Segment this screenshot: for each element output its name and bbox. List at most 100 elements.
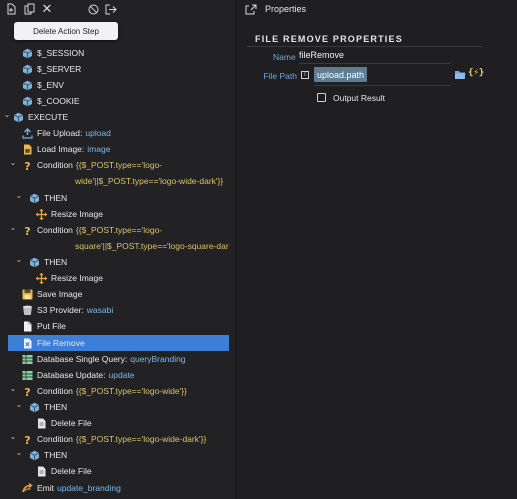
tree-row[interactable]: Delete File: [36, 415, 92, 431]
file-path-label: File Path: [263, 71, 297, 81]
tree-row[interactable]: THEN: [29, 254, 67, 270]
cube-icon: [22, 48, 33, 59]
file-icon: [22, 321, 33, 332]
tree-row[interactable]: ? Condition {{$_POST.type=='logo-wide-dark…: [22, 431, 206, 447]
output-result-checkbox[interactable]: [317, 93, 326, 102]
tree-row-value: update_branding: [57, 483, 121, 493]
tree-row[interactable]: Put File: [22, 318, 66, 334]
dynamic-data-icon[interactable]: {⚡}: [468, 68, 484, 78]
properties-panel: Properties FILE REMOVE PROPERTIES Name f…: [237, 0, 517, 499]
tree-row-value: queryBranding: [130, 354, 186, 364]
tree-row-value: update: [108, 370, 135, 380]
tree-row-label: THEN: [44, 450, 68, 460]
tree-row[interactable]: ? Condition {{$_POST.type=='logo-wide'}}: [22, 383, 187, 399]
expand-chevron-icon[interactable]: ⌄: [14, 396, 24, 412]
tree-row-condition: {{$_POST.type=='logo-wide'}}: [75, 386, 187, 396]
tree-row-label: Load Image:: [37, 144, 85, 154]
s3-icon: [22, 305, 33, 316]
expression-icon[interactable]: I: [301, 71, 309, 79]
cube-icon: [22, 64, 33, 75]
export-icon[interactable]: [237, 1, 265, 17]
question-icon: ?: [22, 225, 33, 236]
tree-row[interactable]: $_SESSION: [22, 45, 84, 61]
disable-icon[interactable]: [84, 1, 102, 17]
tree-row-condition-continued: square'||$_POST.type=='logo-square-dar: [75, 241, 229, 251]
expand-chevron-icon[interactable]: ⌄: [14, 251, 24, 267]
tree-row[interactable]: Delete File: [36, 463, 92, 479]
tree-row-value: wasabi: [86, 305, 114, 315]
tree-row-value: upload: [85, 128, 111, 138]
add-step-icon[interactable]: [2, 1, 20, 17]
tree-row[interactable]: Resize Image: [36, 206, 103, 222]
tree-row-label: Resize Image: [51, 209, 103, 219]
tree-row-label: $_COOKIE: [37, 96, 80, 106]
file-remove-icon: [22, 338, 33, 349]
copy-icon[interactable]: [20, 1, 38, 17]
resize-icon: [36, 208, 47, 220]
tree-row-label: THEN: [44, 257, 68, 267]
tree-row[interactable]: ? Condition {{$_POST.type=='logo-: [22, 222, 162, 238]
cube-icon: [13, 112, 24, 123]
tree-row-value: image: [87, 144, 111, 154]
tree-row-label: THEN: [44, 402, 68, 412]
right-toolbar: Properties: [237, 0, 517, 18]
tree-row-label: Emit: [37, 483, 54, 493]
section-divider: [247, 46, 483, 47]
question-icon: ?: [22, 434, 33, 445]
tree-row[interactable]: THEN: [29, 447, 67, 463]
tree-row[interactable]: Load Image: image: [22, 141, 110, 157]
cube-icon: [22, 96, 33, 107]
tree-row[interactable]: Save Image: [22, 286, 82, 302]
close-icon[interactable]: ✕: [38, 1, 56, 17]
tree-row-condition: {{$_POST.type=='logo-wide-dark'}}: [75, 434, 207, 444]
tree-row-label: Delete File: [51, 418, 92, 428]
tree-row[interactable]: S3 Provider: wasabi: [22, 302, 113, 318]
tree-row[interactable]: $_SERVER: [22, 61, 81, 77]
tree-row[interactable]: THEN: [29, 399, 67, 415]
image-file-icon: [22, 144, 33, 155]
question-icon: ?: [22, 386, 33, 397]
tree-row-label: $_SESSION: [37, 48, 85, 58]
question-icon: ?: [22, 160, 33, 171]
tree-row[interactable]: $_COOKIE: [22, 93, 80, 109]
folder-icon[interactable]: [454, 69, 466, 80]
tree-row[interactable]: Resize Image: [36, 270, 103, 286]
file-path-underline: [314, 85, 451, 86]
tree-row-label: File Upload:: [37, 128, 83, 138]
delete-file-icon: [36, 418, 47, 429]
svg-text:?: ?: [24, 386, 30, 397]
expand-chevron-icon[interactable]: ⌄: [2, 106, 12, 122]
output-result-label: Output Result: [333, 93, 385, 103]
expand-chevron-icon[interactable]: ⌄: [8, 154, 18, 170]
tree-row-label: Resize Image: [51, 273, 103, 283]
expand-chevron-icon[interactable]: ⌄: [8, 428, 18, 444]
tree-row-label: Condition: [37, 434, 73, 444]
delete-file-icon: [36, 466, 47, 477]
expand-chevron-icon[interactable]: ⌄: [14, 187, 24, 203]
upload-icon: [22, 127, 33, 139]
tree-row[interactable]: File Remove: [22, 335, 85, 351]
tree-row-label: $_ENV: [37, 80, 64, 90]
expand-chevron-icon[interactable]: ⌄: [8, 380, 18, 396]
tree-row[interactable]: File Upload: upload: [22, 125, 111, 141]
tree-row-label: THEN: [44, 193, 68, 203]
tree-row[interactable]: Emit update_branding: [22, 480, 121, 496]
expand-chevron-icon[interactable]: ⌄: [8, 219, 18, 235]
tooltip-delete-action-step: Delete Action Step: [14, 22, 118, 40]
tree-row[interactable]: Database Single Query: queryBranding: [22, 351, 186, 367]
tree-row-condition: {{$_POST.type=='logo-: [75, 160, 163, 170]
svg-text:?: ?: [24, 160, 30, 171]
tree-row[interactable]: $_ENV: [22, 77, 64, 93]
tree-row-label: Save Image: [37, 289, 83, 299]
tree-row[interactable]: Database Update: update: [22, 367, 135, 383]
tree-row-label: Put File: [37, 321, 66, 331]
expand-chevron-icon[interactable]: ⌄: [14, 444, 24, 460]
tree-row[interactable]: ? Condition {{$_POST.type=='logo-: [22, 157, 162, 173]
tree-row[interactable]: THEN: [29, 190, 67, 206]
move-out-icon[interactable]: [102, 1, 120, 17]
file-path-input[interactable]: upload.path: [314, 67, 368, 82]
tree-row[interactable]: EXECUTE: [13, 109, 68, 125]
section-title: FILE REMOVE PROPERTIES: [255, 34, 403, 44]
name-input[interactable]: fileRemove: [299, 50, 344, 60]
tree-row-label: Database Single Query:: [37, 354, 128, 364]
